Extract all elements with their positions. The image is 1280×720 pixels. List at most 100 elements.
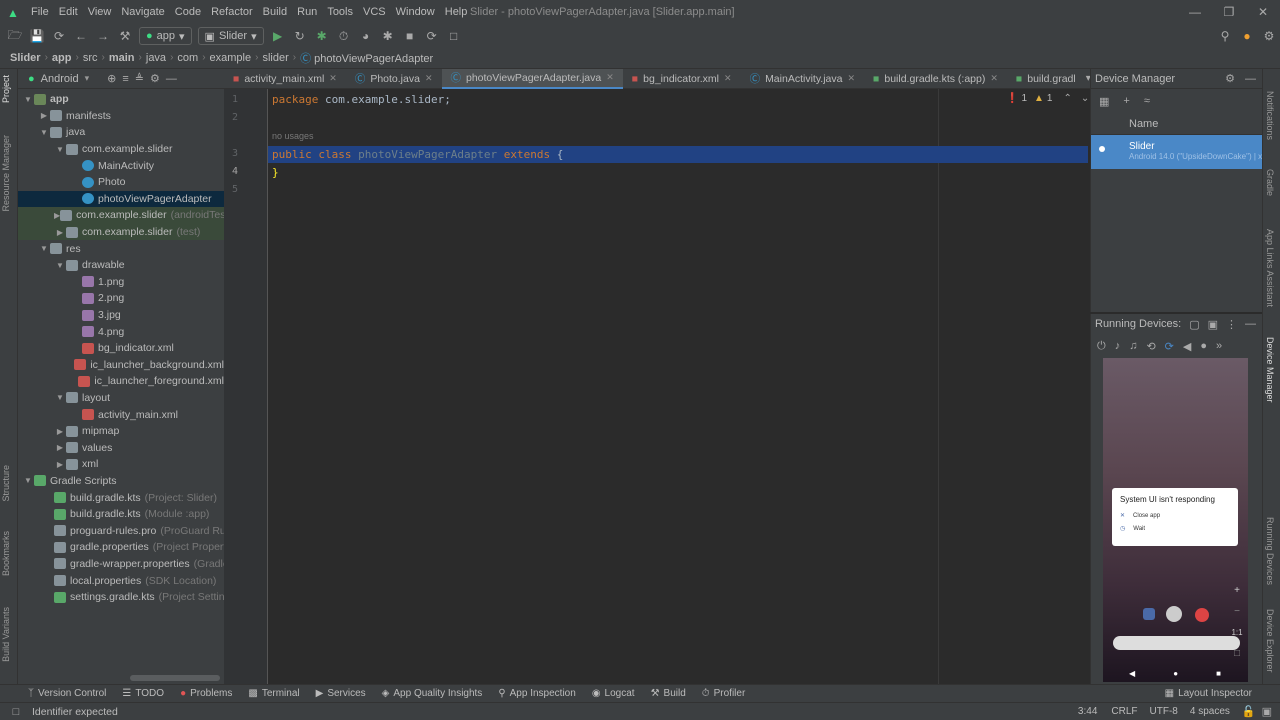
tree-item[interactable]: gradle-wrapper.properties(Gradle (18, 556, 224, 573)
tree-item[interactable]: proguard-rules.pro(ProGuard Rules (18, 522, 224, 539)
tree-item[interactable]: ▼ res (18, 240, 224, 257)
power-icon[interactable]: ⏻ (1097, 340, 1106, 353)
search-bar[interactable] (1113, 636, 1240, 650)
device-row[interactable]: Slider Android 14.0 ("UpsideDownCake") |… (1091, 135, 1262, 169)
tree-item[interactable]: ▼ com.example.slider (18, 141, 224, 158)
chevron-up-icon[interactable]: ⌃ (1063, 93, 1071, 104)
tree-item[interactable]: ▶ manifests (18, 108, 224, 125)
collapse-all-icon[interactable]: ≡ (122, 73, 128, 85)
nav-home-icon[interactable]: ● (1173, 669, 1178, 678)
terminal-button[interactable]: ▩ Terminal (240, 688, 307, 699)
line-separator[interactable]: CRLF (1105, 706, 1143, 717)
nav-back-icon[interactable]: ◀ (1129, 669, 1135, 678)
rotate-left-icon[interactable]: ⟲ (1146, 340, 1155, 353)
minimize-icon[interactable]: — (1178, 0, 1212, 25)
menu-tools[interactable]: Tools (322, 0, 358, 25)
lock-icon[interactable]: 🔓 (1236, 705, 1262, 718)
logcat-button[interactable]: ◉ Logcat (584, 688, 643, 699)
bookmarks-tool-tab[interactable]: Bookmarks (1, 531, 11, 576)
tree-item[interactable]: 3.jpg (18, 307, 224, 324)
locate-icon[interactable]: ⊕ (107, 72, 116, 85)
crumb-src[interactable]: src (79, 52, 102, 64)
play-store-icon[interactable] (1166, 606, 1182, 622)
tree-item[interactable]: ▼ layout (18, 390, 224, 407)
build-button[interactable]: ⚒ Build (643, 688, 694, 699)
horizontal-scrollbar[interactable] (130, 675, 220, 681)
menu-window[interactable]: Window (391, 0, 440, 25)
tree-item[interactable]: build.gradle.kts (Project: Slider) (18, 489, 224, 506)
tab-photo-view-pager-adapter[interactable]: ⒸphotoViewPagerAdapter.java ✕ (441, 68, 623, 89)
zoom-in-icon[interactable]: + (1228, 580, 1246, 601)
run-icon[interactable]: ▶ (269, 27, 287, 45)
memory-icon[interactable]: ▣ (1262, 705, 1280, 718)
sync-gradle-icon[interactable]: ⟳ (423, 27, 441, 45)
menu-help[interactable]: Help (440, 0, 473, 25)
close-icon[interactable]: ✕ (847, 73, 855, 84)
tree-item[interactable]: ▼ app (18, 91, 224, 108)
back-icon[interactable]: ◀ (1183, 340, 1191, 353)
tree-item[interactable]: ▶ com.example.slider (test) (18, 223, 224, 241)
open-folder-icon[interactable]: 🗁 (6, 27, 24, 45)
device-manager-tool-tab[interactable]: Device Manager (1265, 337, 1275, 403)
gear-icon[interactable]: ⚙ (1225, 72, 1235, 85)
close-icon[interactable]: ✕ (724, 73, 732, 84)
app-quality-button[interactable]: ◈ App Quality Insights (374, 688, 491, 699)
close-icon[interactable]: ✕ (990, 73, 998, 84)
tab-main-activity[interactable]: Ⓒ MainActivity.java ✕ (741, 69, 864, 89)
tree-item[interactable]: ic_launcher_foreground.xml (18, 373, 224, 390)
tree-item[interactable]: ▶ values (18, 439, 224, 456)
tab-activity-main[interactable]: ■ activity_main.xml ✕ (224, 69, 346, 89)
problems-button[interactable]: ● Problems (172, 688, 240, 699)
close-window-icon[interactable]: ✕ (1246, 0, 1280, 25)
stop-icon[interactable]: ■ (401, 27, 419, 45)
add-device-icon[interactable]: + (1123, 95, 1129, 107)
back-icon[interactable]: ← (72, 27, 90, 45)
update-icon[interactable]: ● (1238, 27, 1256, 45)
todo-button[interactable]: ☰ TODO (114, 688, 172, 699)
crumb-project[interactable]: Slider (6, 52, 45, 64)
services-button[interactable]: ▶ Services (308, 688, 374, 699)
tree-item[interactable]: ic_launcher_background.xml (18, 357, 224, 374)
app-links-tool-tab[interactable]: App Links Assistant (1265, 229, 1275, 307)
device-manager-icon[interactable]: □ (445, 27, 463, 45)
resource-manager-tool-tab[interactable]: Resource Manager (1, 135, 11, 212)
volume-down-icon[interactable]: ♫ (1129, 340, 1137, 352)
tree-item[interactable]: 1.png (18, 274, 224, 291)
version-control-button[interactable]: ᛉ Version Control (20, 688, 114, 699)
code-editor[interactable] (224, 89, 1090, 684)
layout-inspector-button[interactable]: ▦ Layout Inspector (1157, 688, 1280, 699)
tab-photo[interactable]: Ⓒ Photo.java ✕ (346, 69, 442, 89)
tree-item[interactable]: build.gradle.kts (Module :app) (18, 506, 224, 523)
menu-vcs[interactable]: VCS (358, 0, 391, 25)
column-name[interactable]: Name (1129, 118, 1158, 130)
tree-item[interactable]: ▶ mipmap (18, 423, 224, 440)
debug-icon[interactable]: ✱ (313, 27, 331, 45)
rerun-icon[interactable]: ↻ (291, 27, 309, 45)
menu-run[interactable]: Run (292, 0, 322, 25)
menu-code[interactable]: Code (170, 0, 206, 25)
build-variants-tool-tab[interactable]: Build Variants (1, 607, 11, 662)
menu-build[interactable]: Build (258, 0, 292, 25)
tree-item[interactable]: gradle.properties(Project Properties (18, 539, 224, 556)
crumb-class[interactable]: Ⓒ photoViewPagerAdapter (296, 50, 437, 66)
crumb-com[interactable]: com (173, 52, 202, 64)
attach-debugger-icon[interactable]: ✱ (379, 27, 397, 45)
chrome-icon[interactable] (1195, 608, 1209, 622)
hide-panel-icon[interactable]: — (1245, 318, 1256, 330)
search-icon[interactable]: ⚲ (1216, 27, 1234, 45)
tree-item[interactable]: ▼ Gradle Scripts (18, 473, 224, 490)
wifi-pair-icon[interactable]: ≈ (1144, 95, 1150, 107)
project-view-combo[interactable]: Android (41, 73, 79, 85)
tree-item[interactable]: bg_indicator.xml (18, 340, 224, 357)
app-inspection-button[interactable]: ⚲ App Inspection (490, 688, 584, 699)
profiler-button[interactable]: ⏱ Profiler (694, 688, 754, 699)
menu-edit[interactable]: Edit (54, 0, 83, 25)
module-combo[interactable]: ● app ▾ (139, 27, 192, 45)
tree-item[interactable]: Photo (18, 174, 224, 191)
gear-icon[interactable]: ⚙ (150, 72, 160, 85)
crumb-example[interactable]: example (206, 52, 256, 64)
expand-all-icon[interactable]: ≜ (135, 72, 144, 85)
zoom-actual-size[interactable]: 1:1 (1228, 622, 1246, 643)
tree-item[interactable]: ▶com.example.slider(androidTest) (18, 207, 224, 224)
menu-refactor[interactable]: Refactor (206, 0, 258, 25)
